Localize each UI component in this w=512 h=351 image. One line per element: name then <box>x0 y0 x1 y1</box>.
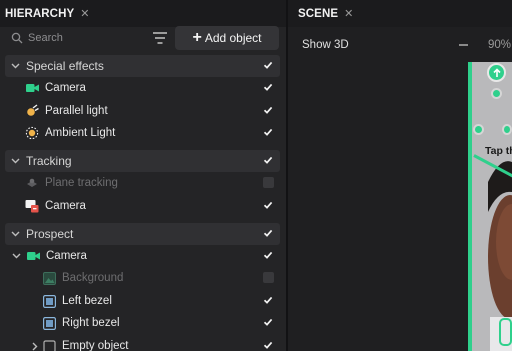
list-item-left-bezel[interactable]: Left bezel <box>5 290 280 312</box>
group-label: Special effects <box>26 59 104 73</box>
group-prospect[interactable]: Prospect <box>5 223 280 245</box>
chevron-right-icon[interactable] <box>32 342 38 351</box>
item-label: Ambient Light <box>45 127 116 139</box>
chevron-down-icon[interactable] <box>11 231 20 237</box>
scene-panel: SCENE ✕ Show 3D 90% Tap th <box>288 0 512 351</box>
list-item-parallel-light[interactable]: Parallel light <box>5 100 280 122</box>
search-input[interactable]: Search <box>5 27 145 49</box>
group-label: Prospect <box>26 227 74 241</box>
resize-handle-right[interactable] <box>502 124 512 135</box>
tab-hierarchy-label: HIERARCHY <box>5 7 75 20</box>
tab-scene-label: SCENE <box>298 7 339 20</box>
scene-tab-bar: SCENE ✕ <box>288 0 512 27</box>
group-label: Tracking <box>26 154 72 168</box>
check-icon[interactable] <box>263 317 273 327</box>
item-label: Parallel light <box>45 105 108 117</box>
rotate-handle[interactable] <box>487 63 506 82</box>
check-icon[interactable] <box>263 105 273 115</box>
item-label: Camera <box>45 82 86 94</box>
check-icon[interactable] <box>263 127 273 137</box>
plus-icon: + <box>192 29 202 46</box>
hierarchy-tab-bar: HIERARCHY ✕ <box>0 0 286 27</box>
camera-icon <box>25 81 39 95</box>
image-icon <box>42 271 56 285</box>
plane-tracking-icon <box>25 176 39 190</box>
arrow-up-icon <box>492 67 501 77</box>
group-special-effects[interactable]: Special effects <box>5 55 280 77</box>
item-label: Camera <box>45 200 86 212</box>
item-label: Empty object <box>62 340 129 351</box>
item-label: Background <box>62 272 124 284</box>
scene-canvas <box>470 62 512 351</box>
resize-handle-top[interactable] <box>491 88 502 99</box>
chevron-down-icon[interactable] <box>12 253 21 259</box>
list-item-right-bezel[interactable]: Right bezel <box>5 312 280 334</box>
check-icon[interactable] <box>263 250 273 260</box>
bottom-handle[interactable] <box>499 318 512 346</box>
camera-icon <box>26 249 40 263</box>
item-label: Right bezel <box>62 317 120 329</box>
zoom-level[interactable]: 90% <box>488 39 511 51</box>
list-item-prospect-camera[interactable]: Camera <box>5 245 280 267</box>
overlay-hint-text: Tap th <box>485 145 512 157</box>
check-icon[interactable] <box>263 60 273 70</box>
check-icon[interactable] <box>263 200 273 210</box>
filter-icon[interactable] <box>151 30 169 46</box>
item-label: Plane tracking <box>45 177 118 189</box>
tab-scene[interactable]: SCENE ✕ <box>293 0 353 27</box>
search-placeholder: Search <box>28 32 63 44</box>
checkbox-unchecked[interactable] <box>263 177 274 188</box>
object-icon <box>42 339 56 351</box>
zoom-out-button[interactable] <box>459 44 468 46</box>
add-object-button[interactable]: + Add object <box>175 26 279 50</box>
close-icon[interactable]: ✕ <box>344 7 353 20</box>
item-label: Camera <box>46 250 87 262</box>
search-icon <box>11 32 23 44</box>
check-icon[interactable] <box>263 228 273 238</box>
group-tracking[interactable]: Tracking <box>5 150 280 172</box>
resize-handle-left[interactable] <box>473 124 484 135</box>
close-icon[interactable]: ✕ <box>80 7 89 20</box>
chevron-down-icon[interactable] <box>11 158 20 164</box>
list-item-empty-object[interactable]: Empty object <box>5 335 280 351</box>
check-icon[interactable] <box>263 340 273 350</box>
hierarchy-panel: HIERARCHY ✕ Search + Add object Special … <box>0 0 286 351</box>
add-object-label: Add object <box>204 31 262 45</box>
show-3d-label: Show 3D <box>302 39 349 51</box>
list-item-camera[interactable]: Camera <box>5 77 280 99</box>
list-item-ambient-light[interactable]: Ambient Light <box>5 122 280 144</box>
camera-tracking-icon <box>25 199 39 213</box>
list-item-plane-tracking[interactable]: Plane tracking <box>5 172 280 194</box>
check-icon[interactable] <box>263 295 273 305</box>
frame-left-line <box>468 62 472 351</box>
item-label: Left bezel <box>62 295 112 307</box>
list-item-background[interactable]: Background <box>5 267 280 289</box>
check-icon[interactable] <box>263 155 273 165</box>
checkbox-unchecked[interactable] <box>263 272 274 283</box>
ambient-light-icon <box>25 126 39 140</box>
check-icon[interactable] <box>263 82 273 92</box>
scene-viewport[interactable] <box>470 62 512 351</box>
parallel-light-icon <box>25 104 39 118</box>
bezel-icon <box>42 294 56 308</box>
tab-hierarchy[interactable]: HIERARCHY ✕ <box>0 0 90 27</box>
bezel-icon <box>42 316 56 330</box>
frame-top-left-line <box>468 62 470 74</box>
list-item-camera-tracking[interactable]: Camera <box>5 195 280 217</box>
chevron-down-icon[interactable] <box>11 63 20 69</box>
